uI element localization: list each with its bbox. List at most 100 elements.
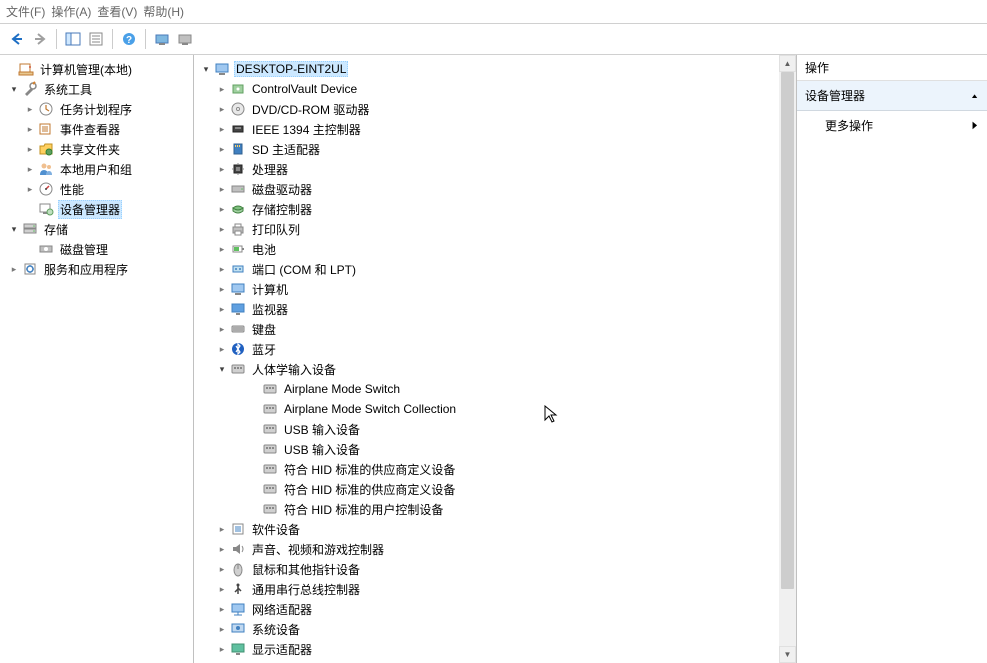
device-category[interactable]: ▸存储控制器 xyxy=(194,199,796,219)
expand-icon[interactable]: ▸ xyxy=(214,281,230,297)
expand-icon[interactable]: ▾ xyxy=(6,221,22,237)
actions-subheader-label: 设备管理器 xyxy=(805,87,865,104)
device-category[interactable]: ▸计算机 xyxy=(194,279,796,299)
show-hide-pane-button[interactable] xyxy=(62,28,84,50)
device-category[interactable]: ▸蓝牙 xyxy=(194,339,796,359)
expand-icon[interactable]: ▸ xyxy=(214,121,230,137)
expand-icon[interactable]: ▸ xyxy=(214,101,230,117)
mouse-icon xyxy=(230,561,246,577)
expand-icon[interactable]: ▸ xyxy=(214,641,230,657)
device-category[interactable]: ▸监视器 xyxy=(194,299,796,319)
expand-icon[interactable]: ▸ xyxy=(214,621,230,637)
device-category-hid[interactable]: ▾ 人体学输入设备 xyxy=(194,359,796,379)
expand-icon[interactable]: ▸ xyxy=(22,101,38,117)
expand-icon[interactable]: ▸ xyxy=(22,141,38,157)
scroll-up-button[interactable]: ▲ xyxy=(779,55,796,72)
expand-icon[interactable]: ▸ xyxy=(214,581,230,597)
expand-icon[interactable]: ▸ xyxy=(22,161,38,177)
tree-label: USB 输入设备 xyxy=(282,441,362,458)
help-button[interactable]: ? xyxy=(118,28,140,50)
menu-file[interactable]: 文件(F) xyxy=(4,1,47,22)
device-category[interactable]: ▸网络适配器 xyxy=(194,599,796,619)
expand-icon[interactable]: ▸ xyxy=(214,321,230,337)
tree-event-viewer[interactable]: ▸ 事件查看器 xyxy=(0,119,193,139)
tree-label: 系统设备 xyxy=(250,621,302,638)
expand-icon[interactable]: ▸ xyxy=(214,241,230,257)
tree-services-apps[interactable]: ▸ 服务和应用程序 xyxy=(0,259,193,279)
tree-storage[interactable]: ▾ 存储 xyxy=(0,219,193,239)
tree-label: 磁盘管理 xyxy=(58,241,110,258)
expand-icon[interactable]: ▸ xyxy=(214,261,230,277)
device-category[interactable]: ▸电池 xyxy=(194,239,796,259)
expand-icon[interactable]: ▸ xyxy=(214,601,230,617)
device-category[interactable]: ▸DVD/CD-ROM 驱动器 xyxy=(194,99,796,119)
device-root[interactable]: ▾ DESKTOP-EINT2UL xyxy=(194,59,796,79)
scan-hardware-button[interactable] xyxy=(151,28,173,50)
scroll-track[interactable] xyxy=(779,72,796,646)
tree-performance[interactable]: ▸ 性能 xyxy=(0,179,193,199)
expand-icon[interactable]: ▸ xyxy=(6,261,22,277)
device-item[interactable]: 符合 HID 标准的用户控制设备 xyxy=(194,499,796,519)
device-category[interactable]: ▸通用串行总线控制器 xyxy=(194,579,796,599)
expand-icon[interactable]: ▸ xyxy=(214,341,230,357)
tree-task-scheduler[interactable]: ▸ 任务计划程序 xyxy=(0,99,193,119)
device-tree-pane[interactable]: ▾ DESKTOP-EINT2UL ▸ControlVault Device▸D… xyxy=(194,55,797,663)
expand-icon[interactable]: ▸ xyxy=(214,541,230,557)
tree-local-users[interactable]: ▸ 本地用户和组 xyxy=(0,159,193,179)
more-actions[interactable]: 更多操作 ▶ xyxy=(797,111,987,140)
device-category[interactable]: ▸打印队列 xyxy=(194,219,796,239)
tree-label: 显示适配器 xyxy=(250,641,314,658)
expand-icon[interactable]: ▸ xyxy=(214,161,230,177)
properties-button[interactable] xyxy=(85,28,107,50)
menu-action[interactable]: 操作(A) xyxy=(49,1,93,22)
device-category[interactable]: ▸IEEE 1394 主控制器 xyxy=(194,119,796,139)
expand-icon[interactable]: ▾ xyxy=(6,81,22,97)
device-item[interactable]: USB 输入设备 xyxy=(194,439,796,459)
expand-icon[interactable]: ▸ xyxy=(214,141,230,157)
back-button[interactable] xyxy=(6,28,28,50)
device-category[interactable]: ▸SD 主适配器 xyxy=(194,139,796,159)
update-driver-button[interactable] xyxy=(174,28,196,50)
expand-icon[interactable]: ▸ xyxy=(214,301,230,317)
actions-subheader[interactable]: 设备管理器 ▲ xyxy=(797,81,987,111)
expand-icon[interactable]: ▸ xyxy=(214,521,230,537)
device-category[interactable]: ▸ 显示适配器 xyxy=(194,639,796,659)
device-item[interactable]: Airplane Mode Switch xyxy=(194,379,796,399)
menu-view[interactable]: 查看(V) xyxy=(95,1,139,22)
expand-icon[interactable]: ▸ xyxy=(22,121,38,137)
menu-help[interactable]: 帮助(H) xyxy=(141,1,186,22)
expand-icon[interactable]: ▸ xyxy=(214,81,230,97)
device-item[interactable]: 符合 HID 标准的供应商定义设备 xyxy=(194,479,796,499)
device-item[interactable]: USB 输入设备 xyxy=(194,419,796,439)
expand-icon[interactable]: ▸ xyxy=(214,221,230,237)
console-tree-pane[interactable]: 计算机管理(本地) ▾ 系统工具 ▸ 任务计划程序 ▸ 事件查看器 ▸ 共享文件… xyxy=(0,55,194,663)
device-category[interactable]: ▸软件设备 xyxy=(194,519,796,539)
tree-disk-management[interactable]: 磁盘管理 xyxy=(0,239,193,259)
vertical-scrollbar[interactable]: ▲ ▼ xyxy=(779,55,796,663)
menubar: 文件(F) 操作(A) 查看(V) 帮助(H) xyxy=(0,0,987,24)
device-category[interactable]: ▸处理器 xyxy=(194,159,796,179)
tree-root-computer-management[interactable]: 计算机管理(本地) xyxy=(0,59,193,79)
expand-icon[interactable]: ▾ xyxy=(214,361,230,377)
device-category[interactable]: ▸声音、视频和游戏控制器 xyxy=(194,539,796,559)
expand-icon[interactable]: ▾ xyxy=(198,61,214,77)
scroll-thumb[interactable] xyxy=(781,72,794,589)
tree-device-manager[interactable]: 设备管理器 xyxy=(0,199,193,219)
device-category[interactable]: ▸端口 (COM 和 LPT) xyxy=(194,259,796,279)
device-item[interactable]: 符合 HID 标准的供应商定义设备 xyxy=(194,459,796,479)
forward-button[interactable] xyxy=(29,28,51,50)
device-category[interactable]: ▸鼠标和其他指针设备 xyxy=(194,559,796,579)
expand-icon[interactable]: ▸ xyxy=(214,201,230,217)
expand-icon[interactable]: ▸ xyxy=(214,181,230,197)
device-category[interactable]: ▸ 系统设备 xyxy=(194,619,796,639)
device-item[interactable]: Airplane Mode Switch Collection xyxy=(194,399,796,419)
collapse-icon[interactable]: ▲ xyxy=(970,92,979,99)
scroll-down-button[interactable]: ▼ xyxy=(779,646,796,663)
device-category[interactable]: ▸磁盘驱动器 xyxy=(194,179,796,199)
device-category[interactable]: ▸键盘 xyxy=(194,319,796,339)
expand-icon[interactable]: ▸ xyxy=(214,561,230,577)
device-category[interactable]: ▸ControlVault Device xyxy=(194,79,796,99)
tree-shared-folders[interactable]: ▸ 共享文件夹 xyxy=(0,139,193,159)
tree-system-tools[interactable]: ▾ 系统工具 xyxy=(0,79,193,99)
expand-icon[interactable]: ▸ xyxy=(22,181,38,197)
